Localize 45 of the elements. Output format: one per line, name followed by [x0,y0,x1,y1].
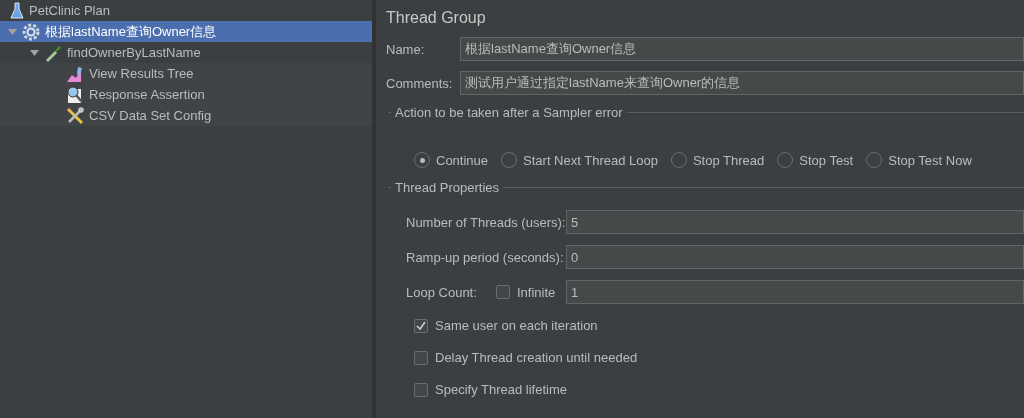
comments-field[interactable]: 测试用户通过指定lastName来查询Owner的信息 [460,71,1024,95]
flask-icon [10,1,24,20]
checkbox-label[interactable]: Same user on each iteration [435,318,598,333]
radio-button[interactable] [501,152,518,168]
checkbox[interactable] [414,382,428,397]
dropper-icon [44,43,62,62]
radio-button[interactable] [670,152,687,168]
field-label: Ramp-up period (seconds): [406,249,565,265]
tree-item[interactable]: Response Assertion [0,84,372,105]
expand-arrow-icon[interactable] [29,49,39,56]
checkbox-label[interactable]: Infinite [517,284,556,300]
tools-icon [66,106,84,125]
radio-button[interactable] [414,152,430,168]
radio-label[interactable]: Stop Thread [692,152,765,168]
tree-item[interactable]: PetClinic Plan [0,0,372,21]
radio-label[interactable]: Start Next Thread Loop [523,152,658,168]
checkbox[interactable] [414,318,428,333]
tree-item[interactable]: CSV Data Set Config [0,105,372,126]
radio-label[interactable]: Stop Test Now [888,152,972,168]
checkbox-label[interactable]: Specify Thread lifetime [435,382,567,397]
name-field[interactable]: 根据lastName查询Owner信息 [460,37,1024,61]
radio-label[interactable]: Stop Test [799,152,854,168]
loop-count-field[interactable]: 1 [566,280,1024,304]
gear-icon [22,22,40,41]
checkbox[interactable] [414,350,428,365]
panel-title: Thread Group [386,9,487,27]
group-title: Action to be taken after a Sampler error [395,105,623,120]
tree-item[interactable]: View Results Tree [0,63,372,84]
radio-label[interactable]: Continue [436,152,489,168]
field-label: Loop Count: [406,284,478,300]
threads-field[interactable]: 5 [566,210,1024,234]
group-title: Thread Properties [395,180,500,195]
radio-button[interactable] [866,152,883,168]
field-label: Comments: [386,75,454,91]
magnifier-icon [66,85,84,104]
expand-arrow-icon[interactable] [7,28,17,35]
field-label: Name: [386,41,426,57]
radio-button[interactable] [777,152,794,168]
tree-item[interactable]: findOwnerByLastName [0,42,372,63]
checkbox-label[interactable]: Delay Thread creation until needed [435,350,638,365]
checkbox[interactable] [496,285,510,299]
field-label: Number of Threads (users): [406,214,566,230]
tree-item[interactable]: 根据lastName查询Owner信息 [0,21,372,42]
ramp-up-field[interactable]: 0 [566,245,1024,269]
chart-icon [66,64,84,83]
